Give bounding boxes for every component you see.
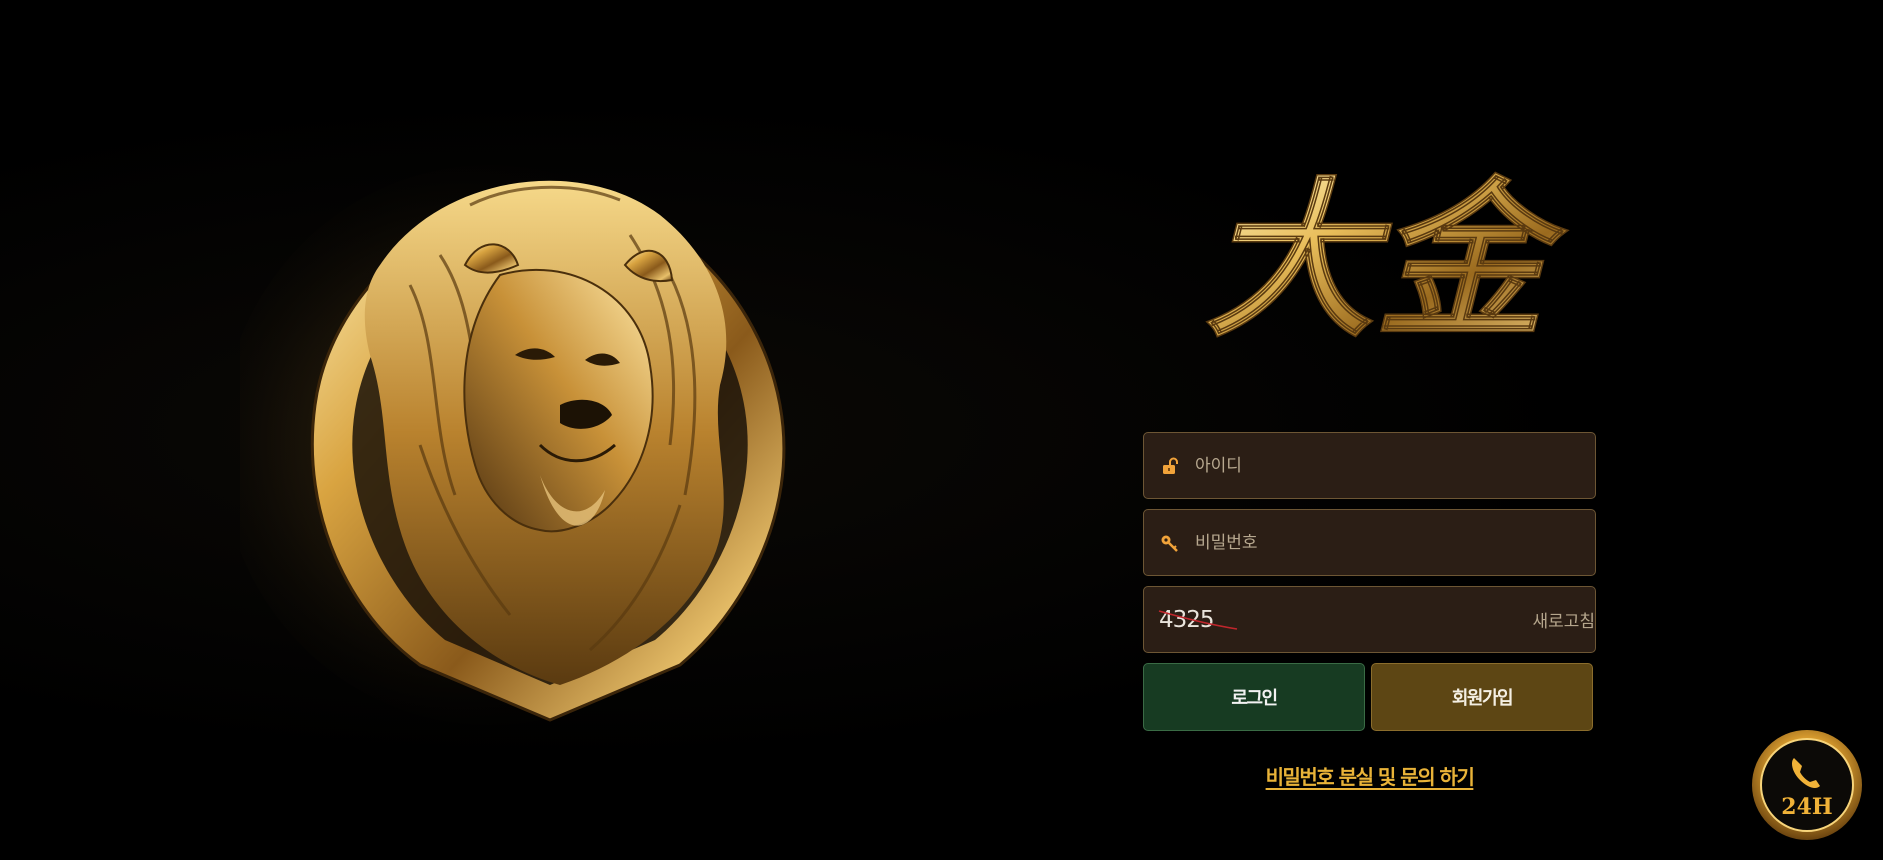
- support-24h-label: 24H: [1781, 794, 1832, 820]
- lion-emblem-image: [240, 145, 820, 735]
- login-button[interactable]: 로그인: [1143, 663, 1365, 731]
- captcha-image: 4325: [1158, 600, 1239, 640]
- captcha-refresh-link[interactable]: 새로고침: [1532, 607, 1595, 632]
- password-input[interactable]: [1193, 509, 1595, 576]
- unlock-icon: [1159, 455, 1181, 477]
- username-field: [1143, 432, 1596, 499]
- password-help-link[interactable]: 비밀번호 분실 및 문의 하기: [1143, 761, 1596, 790]
- brand-logo: 大金: [1170, 150, 1580, 380]
- captcha-code-text: 4325: [1159, 606, 1215, 633]
- key-icon: [1159, 532, 1181, 554]
- login-page: 大金 아이디 4325 새로고침 로그인 회원가입 비밀번호 분실 및 문의 하…: [0, 0, 1883, 860]
- signup-button[interactable]: 회원가입: [1371, 663, 1593, 731]
- form-buttons: 로그인 회원가입: [1143, 663, 1593, 731]
- login-form: 4325 새로고침 로그인 회원가입 비밀번호 분실 및 문의 하기: [1143, 432, 1596, 790]
- captcha-input[interactable]: [1245, 587, 1517, 652]
- username-input[interactable]: [1193, 432, 1595, 499]
- password-field: [1143, 509, 1596, 576]
- support-24h-badge[interactable]: 24H: [1750, 728, 1864, 842]
- captcha-field: 4325 새로고침: [1143, 586, 1596, 653]
- brand-logo-text: 大金: [1205, 161, 1569, 361]
